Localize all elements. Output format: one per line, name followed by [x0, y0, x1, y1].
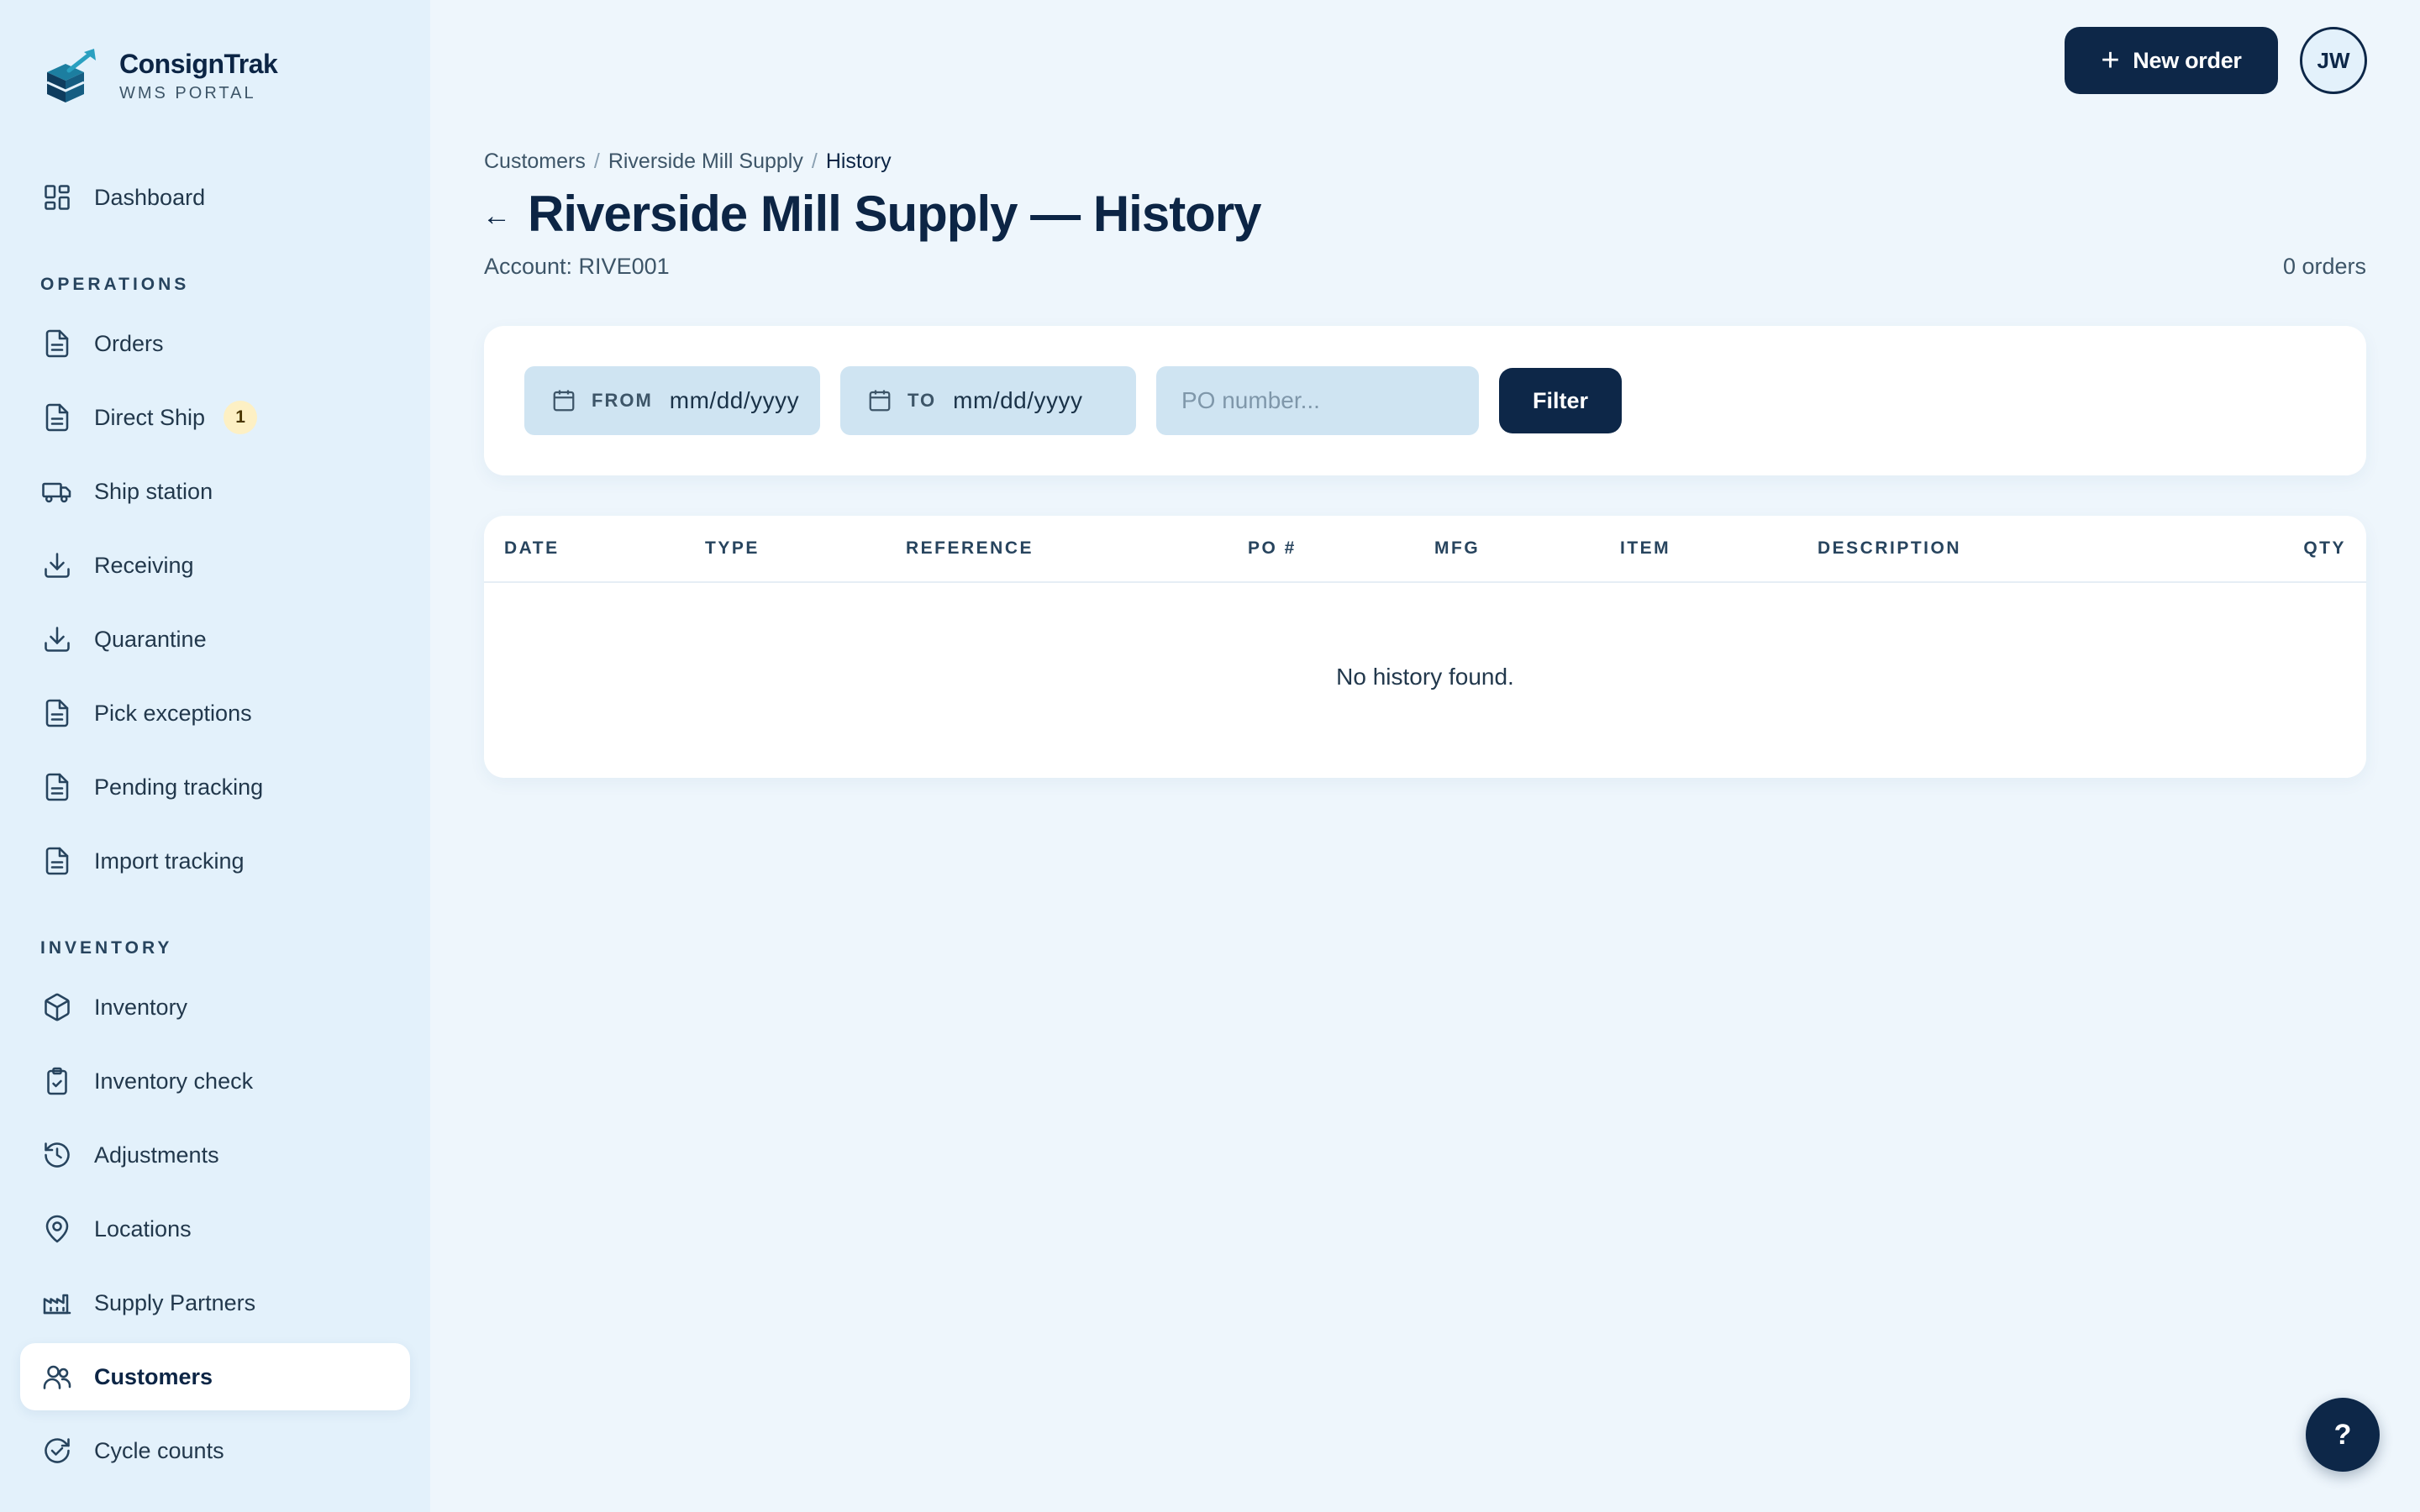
sidebar-item-label: Quarantine [94, 626, 207, 652]
history-table: DATE TYPE REFERENCE PO # MFG ITEM DESCRI… [484, 516, 2366, 778]
account-number: Account: RIVE001 [484, 254, 670, 279]
from-date-field[interactable]: FROM mm/dd/yyyy [524, 366, 820, 435]
order-count: 0 orders [2282, 254, 2366, 279]
history-icon [40, 1138, 74, 1172]
help-button[interactable]: ? [2306, 1398, 2380, 1472]
truck-icon [40, 475, 74, 508]
download-icon [40, 549, 74, 582]
app-root: ConsignTrak WMS PORTAL Dashboard OPERATI… [0, 0, 2420, 1512]
po-number-input[interactable] [1156, 366, 1479, 435]
sidebar-item-label: Import tracking [94, 848, 245, 874]
sidebar-item-ship-station[interactable]: Ship station [20, 458, 410, 525]
page-title: Riverside Mill Supply — History [528, 186, 1262, 242]
column-header-reference[interactable]: REFERENCE [906, 538, 1034, 559]
document-icon [40, 401, 74, 434]
breadcrumb-current: History [825, 150, 892, 173]
brand-name: ConsignTrak [119, 49, 278, 79]
document-icon [40, 770, 74, 804]
sidebar-item-adjustments[interactable]: Adjustments [20, 1121, 410, 1189]
from-label: FROM [592, 390, 653, 411]
sidebar: ConsignTrak WMS PORTAL Dashboard OPERATI… [0, 0, 430, 1512]
sidebar-item-label: Inventory check [94, 1068, 254, 1094]
sidebar-item-label: Direct Ship [94, 404, 206, 430]
section-label-operations: OPERATIONS [40, 275, 190, 294]
sidebar-item-orders[interactable]: Orders [20, 310, 410, 377]
brand-logo-icon [46, 49, 96, 102]
sidebar-item-label: Ship station [94, 478, 213, 504]
sidebar-item-inventory[interactable]: Inventory [20, 974, 410, 1041]
sidebar-item-pending-tracking[interactable]: Pending tracking [20, 753, 410, 821]
sidebar-item-dashboard[interactable]: Dashboard [20, 164, 410, 231]
column-header-date[interactable]: DATE [504, 538, 560, 559]
sidebar-item-label: Receiving [94, 552, 194, 578]
sidebar-item-label: Supply Partners [94, 1289, 256, 1315]
sidebar-item-label: Pending tracking [94, 774, 264, 800]
column-header-item[interactable]: ITEM [1620, 538, 1670, 559]
document-icon [40, 327, 74, 360]
sidebar-item-label: Dashboard [94, 184, 206, 210]
sidebar-item-direct-ship[interactable]: Direct Ship 1 [20, 384, 410, 451]
sidebar-item-label: Locations [94, 1215, 192, 1242]
sidebar-item-label: Customers [94, 1363, 213, 1389]
document-icon [40, 696, 74, 730]
from-date-input[interactable]: mm/dd/yyyy [670, 387, 799, 414]
breadcrumb-link-customers[interactable]: Customers [484, 150, 586, 174]
sidebar-item-receiving[interactable]: Receiving [20, 532, 410, 599]
download-icon [40, 622, 74, 656]
new-order-button[interactable]: + New order [2065, 27, 2278, 94]
clipboard-check-icon [40, 1064, 74, 1098]
column-header-mfg[interactable]: MFG [1434, 538, 1480, 559]
plus-icon: + [2101, 43, 2120, 78]
sidebar-item-quarantine[interactable]: Quarantine [20, 606, 410, 673]
sidebar-item-import-tracking[interactable]: Import tracking [20, 827, 410, 895]
to-date-input[interactable]: mm/dd/yyyy [953, 387, 1082, 414]
sidebar-item-supply-partners[interactable]: Supply Partners [20, 1269, 410, 1336]
empty-state-message: No history found. [1336, 664, 1514, 690]
sidebar-item-label: Pick exceptions [94, 700, 252, 726]
sidebar-item-label: Adjustments [94, 1142, 219, 1168]
breadcrumb: Customers / Riverside Mill Supply / Hist… [484, 150, 892, 174]
brand[interactable]: ConsignTrak WMS PORTAL [40, 47, 278, 108]
sidebar-item-label: Orders [94, 330, 164, 356]
filter-card: FROM mm/dd/yyyy TO mm/dd/yyyy Filter [484, 326, 2366, 475]
calendar-icon [553, 390, 575, 412]
sidebar-item-label: Inventory [94, 994, 188, 1020]
breadcrumb-separator: / [593, 150, 600, 173]
calendar-icon [869, 390, 891, 412]
grid-icon [40, 181, 74, 214]
to-date-field[interactable]: TO mm/dd/yyyy [840, 366, 1136, 435]
users-icon [40, 1360, 74, 1394]
column-header-type[interactable]: TYPE [705, 538, 760, 559]
back-arrow-icon[interactable]: ← [482, 200, 511, 233]
brand-subtitle: WMS PORTAL [119, 84, 256, 102]
column-header-qty[interactable]: QTY [2303, 538, 2346, 559]
to-label: TO [908, 390, 937, 411]
table-header: DATE TYPE REFERENCE PO # MFG ITEM DESCRI… [484, 516, 2366, 583]
column-header-po[interactable]: PO # [1248, 538, 1297, 559]
sidebar-item-label: Cycle counts [94, 1437, 224, 1463]
sidebar-item-inventory-check[interactable]: Inventory check [20, 1047, 410, 1115]
factory-icon [40, 1286, 74, 1320]
new-order-label: New order [2133, 47, 2242, 73]
breadcrumb-link-customer[interactable]: Riverside Mill Supply [608, 150, 803, 174]
map-pin-icon [40, 1212, 74, 1246]
sidebar-item-customers[interactable]: Customers [20, 1343, 410, 1410]
sidebar-item-pick-exceptions[interactable]: Pick exceptions [20, 680, 410, 747]
breadcrumb-separator: / [811, 150, 818, 173]
filter-button[interactable]: Filter [1499, 368, 1622, 433]
count-badge: 1 [224, 401, 258, 434]
column-header-description[interactable]: DESCRIPTION [1818, 538, 1961, 559]
document-icon [40, 844, 74, 878]
box-icon [40, 990, 74, 1024]
section-label-inventory: INVENTORY [40, 938, 173, 958]
refresh-check-icon [40, 1434, 74, 1467]
sidebar-item-cycle-counts[interactable]: Cycle counts [20, 1417, 410, 1484]
user-avatar[interactable]: JW [2300, 27, 2367, 94]
brand-text: ConsignTrak WMS PORTAL [119, 47, 278, 103]
sidebar-item-locations[interactable]: Locations [20, 1195, 410, 1263]
